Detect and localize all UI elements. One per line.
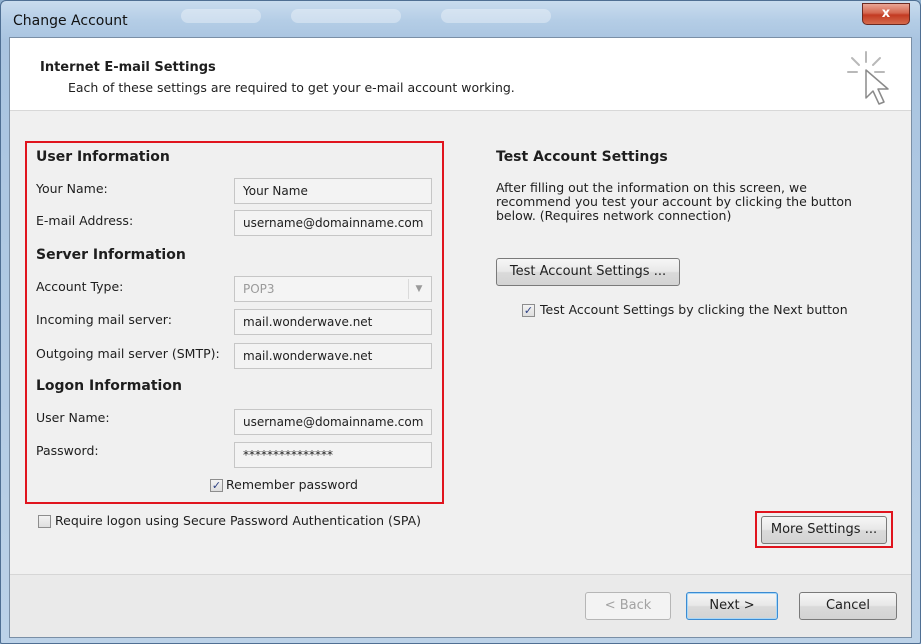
test-on-next-checkbox[interactable]: ✓ — [522, 304, 535, 317]
title-bar-glare — [291, 9, 401, 23]
password-input[interactable]: *************** — [234, 442, 432, 468]
test-account-settings-button[interactable]: Test Account Settings ... — [496, 258, 680, 286]
account-type-select: POP3 ▼ — [234, 276, 432, 302]
title-bar[interactable]: Change Account x — [1, 1, 920, 37]
spa-checkbox[interactable] — [38, 515, 51, 528]
outgoing-mail-server-input[interactable]: mail.wonderwave.net — [234, 343, 432, 369]
account-type-value: POP3 — [243, 282, 275, 296]
dialog-header: Internet E-mail Settings Each of these s… — [10, 38, 911, 111]
user-information-heading: User Information — [36, 149, 170, 165]
logon-information-heading: Logon Information — [36, 378, 182, 394]
header-subtitle: Each of these settings are required to g… — [68, 80, 515, 95]
cancel-button[interactable]: Cancel — [799, 592, 897, 620]
email-address-label: E-mail Address: — [36, 213, 134, 228]
user-name-input[interactable]: username@domainname.com — [234, 409, 432, 435]
dialog-footer: < Back Next > Cancel — [10, 575, 911, 637]
title-bar-glare — [441, 9, 551, 23]
change-account-window: Change Account x Internet E-mail Setting… — [0, 0, 921, 644]
close-icon: x — [881, 6, 891, 21]
server-information-heading: Server Information — [36, 247, 186, 263]
title-bar-glare — [181, 9, 261, 23]
more-settings-button[interactable]: More Settings ... — [761, 516, 887, 544]
outgoing-mail-server-label: Outgoing mail server (SMTP): — [36, 346, 220, 361]
header-title: Internet E-mail Settings — [40, 60, 216, 75]
window-title: Change Account — [13, 13, 128, 29]
chevron-down-icon: ▼ — [408, 279, 429, 299]
test-account-settings-heading: Test Account Settings — [496, 149, 668, 165]
email-address-input[interactable]: username@domainname.com — [234, 210, 432, 236]
spa-label[interactable]: Require logon using Secure Password Auth… — [55, 513, 421, 528]
remember-password-checkbox[interactable]: ✓ — [210, 479, 223, 492]
dialog-client-area: Internet E-mail Settings Each of these s… — [9, 37, 912, 638]
password-label: Password: — [36, 443, 99, 458]
cursor-click-icon — [847, 51, 889, 105]
next-button[interactable]: Next > — [686, 592, 778, 620]
user-name-label: User Name: — [36, 410, 110, 425]
account-type-label: Account Type: — [36, 279, 124, 294]
close-button[interactable]: x — [862, 3, 910, 25]
test-on-next-label[interactable]: Test Account Settings by clicking the Ne… — [540, 302, 848, 317]
incoming-mail-server-input[interactable]: mail.wonderwave.net — [234, 309, 432, 335]
test-account-description: After filling out the information on thi… — [496, 180, 852, 223]
remember-password-label[interactable]: Remember password — [226, 477, 358, 492]
your-name-input[interactable]: Your Name — [234, 178, 432, 204]
your-name-label: Your Name: — [36, 181, 108, 196]
back-button[interactable]: < Back — [585, 592, 671, 620]
incoming-mail-server-label: Incoming mail server: — [36, 312, 172, 327]
